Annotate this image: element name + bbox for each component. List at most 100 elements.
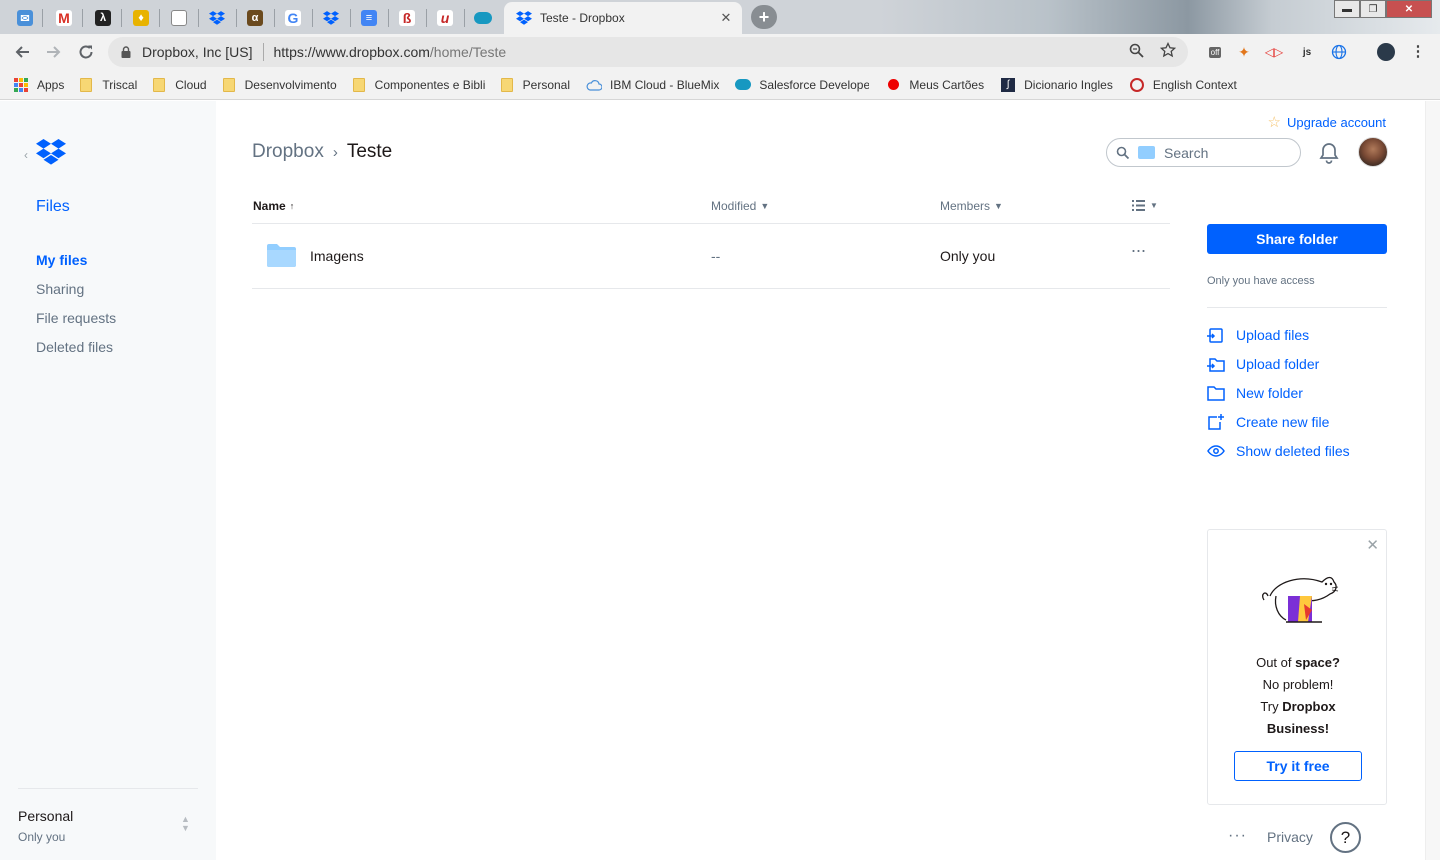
csp-off-icon[interactable]: off — [1205, 42, 1225, 62]
active-tab[interactable]: Teste - Dropbox ✕ — [504, 2, 742, 34]
search-input[interactable] — [1164, 144, 1284, 161]
pinned-tab-keep[interactable]: ♦ — [122, 4, 160, 32]
column-members[interactable]: Members ▼ — [940, 199, 1003, 213]
help-icon[interactable]: ? — [1330, 822, 1361, 853]
close-window-button[interactable]: ✕ — [1386, 0, 1432, 18]
dropbox-logo-icon[interactable] — [36, 139, 66, 165]
red-letter-icon: ß — [399, 10, 415, 26]
new-tab-button[interactable]: + — [751, 5, 777, 29]
folder-icon — [352, 77, 365, 92]
bookmark-salesforce-developer[interactable]: Salesforce Developer — [735, 77, 869, 93]
upload-folder-label: Upload folder — [1236, 355, 1320, 372]
pinned-tab-gmail[interactable]: M — [45, 4, 83, 32]
bookmark-dicionario-ingles[interactable]: ∫ Dicionario Ingles — [1000, 77, 1113, 93]
column-modified-label: Modified — [711, 199, 757, 213]
page-scrollbar[interactable] — [1425, 101, 1440, 860]
breadcrumb-root[interactable]: Dropbox — [252, 141, 324, 163]
address-bar[interactable]: Dropbox, Inc [US] https://www.dropbox.co… — [108, 37, 1188, 67]
table-row[interactable]: Imagens -- Only you ··· — [252, 224, 1170, 289]
notifications-bell-icon[interactable] — [1318, 141, 1340, 165]
avatar[interactable] — [1358, 137, 1388, 167]
pinned-tab-alura[interactable]: α — [236, 4, 274, 32]
footer-more-icon[interactable]: ··· — [1228, 827, 1247, 845]
docs-icon: ≡ — [361, 10, 377, 26]
bookmark-ibm-cloud-bluemix[interactable]: IBM Cloud - BlueMix — [586, 77, 719, 93]
minimize-window-button[interactable]: ▬ — [1334, 0, 1360, 18]
bookmark-label: Salesforce Developer — [759, 77, 870, 92]
caret-down-icon: ▼ — [760, 201, 770, 211]
pinned-tab-page[interactable] — [160, 4, 198, 32]
promo-text: Out of space? No problem! Try Dropbox Bu… — [1256, 655, 1340, 736]
upload-folder-action[interactable]: Upload folder — [1207, 349, 1387, 378]
bookmark-star-icon[interactable] — [1158, 40, 1178, 60]
sidebar-section-files[interactable]: Files — [36, 198, 70, 216]
zoom-icon[interactable] — [1126, 40, 1146, 60]
close-icon[interactable]: ✕ — [1366, 536, 1379, 554]
forward-arrow-icon[interactable] — [42, 40, 66, 64]
sidebar-item-sharing[interactable]: Sharing — [36, 280, 116, 309]
try-it-free-button[interactable]: Try it free — [1234, 751, 1362, 781]
reload-icon[interactable] — [74, 40, 98, 64]
metamask-icon[interactable]: ✦ — [1234, 42, 1254, 62]
alura-icon: α — [247, 10, 263, 26]
share-folder-button[interactable]: Share folder — [1207, 224, 1387, 254]
bookmark-desenvolvimento[interactable]: Desenvolvimento — [222, 77, 337, 92]
bookmark-apps[interactable]: Apps — [14, 77, 64, 92]
globe-icon[interactable] — [1329, 42, 1349, 62]
bookmark-label: Dicionario Ingles — [1024, 77, 1113, 92]
pinned-tab-red[interactable]: ß — [388, 4, 426, 32]
pinned-tab-google[interactable]: G — [274, 4, 312, 32]
lock-icon — [121, 46, 131, 58]
site-identity: Dropbox, Inc [US] — [142, 44, 253, 60]
bookmark-triscal[interactable]: Triscal — [80, 77, 137, 92]
privacy-link[interactable]: Privacy — [1267, 829, 1313, 845]
bookmark-meus-cart-es[interactable]: Meus Cartões — [885, 77, 984, 93]
cast-icon[interactable]: ◁▷ — [1264, 42, 1284, 62]
close-tab-icon[interactable]: ✕ — [716, 8, 736, 28]
sidebar-item-my-files[interactable]: My files — [36, 251, 116, 280]
column-name[interactable]: Name ↑ — [253, 199, 294, 213]
pinned-tab-udemy[interactable]: u — [426, 4, 464, 32]
pinned-tab-dropbox-2[interactable] — [312, 4, 350, 32]
pinned-tab-salesforce[interactable] — [464, 4, 502, 32]
gmail-icon: M — [56, 10, 72, 26]
menu-icon[interactable]: ⋮ — [1408, 42, 1428, 62]
bookmark-label: Personal — [522, 77, 571, 92]
bookmark-componentes-e-biblio[interactable]: Componentes e Biblio — [352, 77, 485, 92]
more-options-icon[interactable]: ··· — [1128, 240, 1148, 264]
back-arrow-icon[interactable] — [10, 40, 34, 64]
file-modified: -- — [711, 248, 721, 264]
bookmark-cloud[interactable]: Cloud — [153, 77, 207, 92]
pinned-tab-dropbox[interactable] — [198, 4, 236, 32]
create-file-icon — [1208, 413, 1224, 430]
upgrade-account-link[interactable]: ☆ Upgrade account — [1268, 113, 1386, 131]
js-icon[interactable]: js — [1297, 42, 1317, 62]
pinned-tab-lambda[interactable]: λ — [84, 4, 122, 32]
sidebar-item-deleted-files[interactable]: Deleted files — [36, 338, 116, 367]
pinned-tab-inbox[interactable]: ✉ — [6, 4, 44, 32]
upload-files-action[interactable]: Upload files — [1207, 320, 1387, 349]
pinned-tab-docs[interactable]: ≡ — [350, 4, 388, 32]
view-toggle[interactable]: ▼ — [1132, 200, 1158, 211]
new-folder-action[interactable]: New folder — [1207, 378, 1387, 407]
column-modified[interactable]: Modified ▼ — [711, 199, 769, 213]
access-text: Only you have access — [1207, 275, 1315, 287]
collapse-sidebar-icon[interactable]: ‹ — [24, 148, 28, 162]
search-icon — [1116, 146, 1130, 159]
file-name[interactable]: Imagens — [310, 248, 364, 264]
sidebar-item-file-requests[interactable]: File requests — [36, 309, 116, 338]
file-table: Name ↑ Modified ▼ Members ▼ ▼ Imagens --… — [252, 187, 1170, 289]
bookmark-label: English Context — [1152, 77, 1237, 92]
bookmark-english-context[interactable]: English Context — [1129, 77, 1237, 93]
create-new-file-action[interactable]: Create new file — [1207, 407, 1387, 436]
search-box[interactable] — [1106, 138, 1301, 167]
account-switch-chevron-icon[interactable]: ▲ ▼ — [181, 815, 190, 833]
account-switcher[interactable]: Personal Only you — [18, 808, 73, 844]
profile-icon[interactable] — [1376, 42, 1396, 62]
restore-window-button[interactable]: ❐ — [1360, 0, 1386, 18]
udemy-icon: u — [437, 10, 453, 26]
bookmark-favicon-icon — [586, 77, 603, 93]
show-deleted-files-action[interactable]: Show deleted files — [1207, 436, 1387, 465]
bookmark-favicon-icon — [735, 77, 752, 93]
bookmark-personal[interactable]: Personal — [500, 77, 571, 92]
